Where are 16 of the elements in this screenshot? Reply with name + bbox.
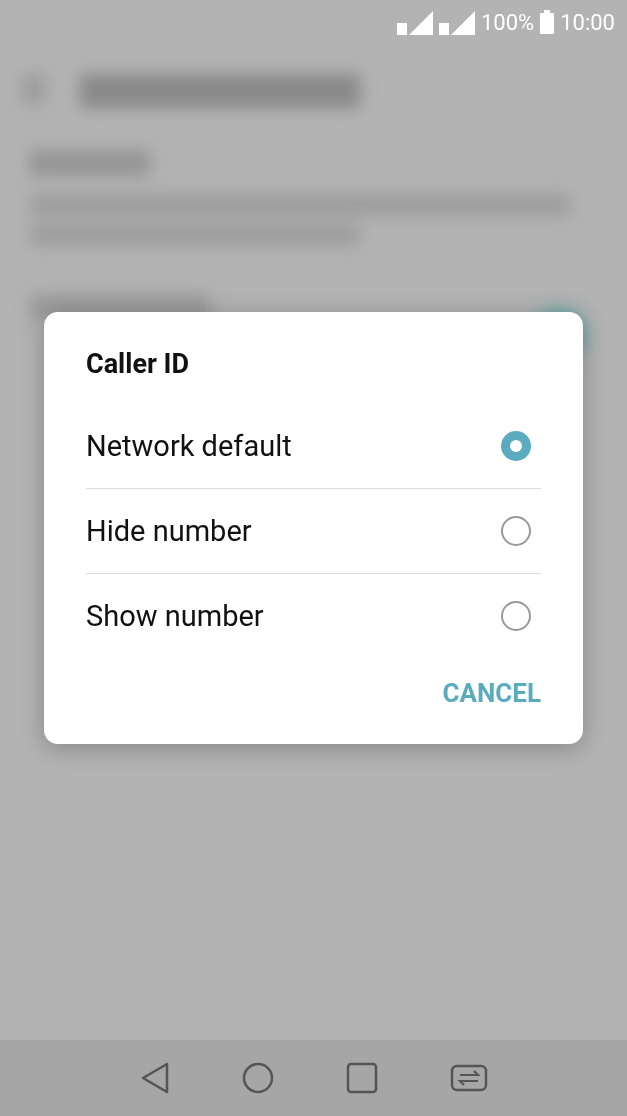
radio-option[interactable]: Hide number	[86, 489, 541, 574]
radio-option[interactable]: Show number	[86, 574, 541, 658]
dialog-title: Caller ID	[86, 348, 191, 380]
radio-button[interactable]	[501, 431, 531, 461]
signal-icon	[439, 9, 475, 35]
battery-level: 100%	[481, 9, 535, 35]
recent-apps-icon[interactable]	[345, 1062, 378, 1094]
radio-option[interactable]: Network default	[86, 404, 541, 489]
home-icon[interactable]	[241, 1062, 274, 1094]
clock: 10:00	[560, 9, 615, 35]
radio-button[interactable]	[501, 516, 531, 546]
back-icon[interactable]	[139, 1062, 170, 1094]
radio-button[interactable]	[501, 601, 531, 631]
battery-icon	[540, 10, 555, 34]
signal-icon	[397, 9, 433, 35]
switch-sim-icon[interactable]	[449, 1064, 488, 1092]
